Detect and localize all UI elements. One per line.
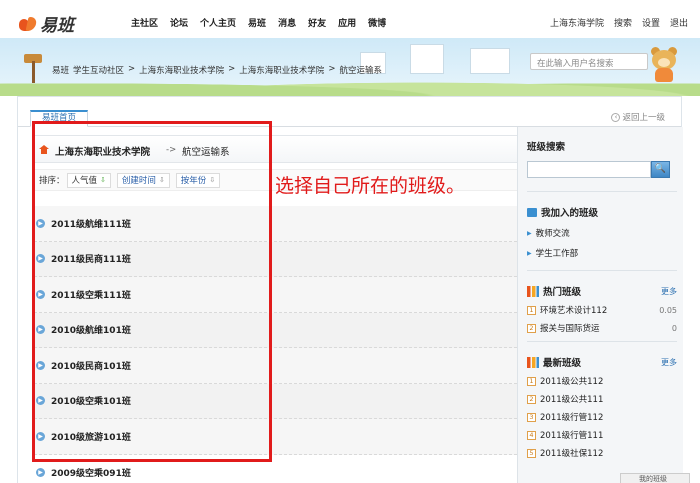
breadcrumb-department[interactable]: 航空运输系 [339,64,382,76]
newest-class-item[interactable]: 2 2011级公共111 [527,393,677,405]
hot-classes-title: 热门班级 更多 [527,284,677,298]
breadcrumb-separator: > [128,64,136,74]
newest-classes-section: 最新班级 更多 1 2011级公共112 2 2011级公共111 3 2011… [527,355,677,459]
breadcrumb-school[interactable]: 上海东海职业技术学院 [139,64,224,76]
top-bar: 易班 主社区 论坛 个人主页 易班 消息 好友 应用 微博 上海东海学院 搜索 … [0,0,700,38]
my-class-floating-tab[interactable]: 我的班级 [620,473,690,483]
right-sidebar: 班级搜索 🔍 我加入的班级 ▶ 教师交流 ▶ 学生工作部 热门班级 更多 1 环… [517,127,683,483]
breadcrumb: 易班 学生互动社区 > 上海东海职业技术学院 > 上海东海职业技术学院 > 航空… [52,64,386,76]
logo-mark-icon [18,15,38,33]
signpost-icon [24,54,42,84]
divider [527,191,677,192]
joined-class-link[interactable]: ▶ 学生工作部 [527,247,677,259]
nav-item-weibo[interactable]: 微博 [368,16,386,29]
logo-text: 易班 [40,16,74,36]
nav-item-friends[interactable]: 好友 [308,16,326,29]
hot-classes-section: 热门班级 更多 1 环境艺术设计112 0.05 2 报关与国际货运 0 [527,284,677,334]
breadcrumb-separator: > [328,64,336,74]
back-label: 返回上一级 [622,113,665,123]
breadcrumb-community[interactable]: 学生互动社区 [73,64,124,76]
bullet-triangle-icon: ▶ [527,229,532,237]
class-search-button[interactable]: 🔍 [651,161,670,178]
class-name[interactable]: 2009级空乘091班 [51,466,131,479]
joined-class-name[interactable]: 教师交流 [536,227,570,239]
joined-classes-section: 我加入的班级 ▶ 教师交流 ▶ 学生工作部 [527,205,677,259]
newest-class-item[interactable]: 4 2011级行管111 [527,429,677,441]
yiban-logo[interactable]: 易班 [18,11,74,36]
nav-item-forum[interactable]: 论坛 [170,16,188,29]
newest-classes-title: 最新班级 更多 [527,355,677,369]
header-banner: 易班 学生互动社区 > 上海东海职业技术学院 > 上海东海职业技术学院 > 航空… [0,38,700,96]
newest-title-text: 最新班级 [543,358,582,369]
logout-link[interactable]: 退出 [670,16,688,29]
top-right-links: 上海东海学院 搜索 设置 退出 [540,16,688,29]
arrow-bullet-icon: ▶ [36,467,45,477]
bar-chart-icon [527,356,539,368]
hot-class-value: 0.05 [659,305,677,315]
joined-title-text: 我加入的班级 [541,208,599,219]
newest-class-item[interactable]: 5 2011级社保112 [527,447,677,459]
class-search-title: 班级搜索 [527,142,566,153]
newest-class-name[interactable]: 2011级行管111 [540,429,603,441]
nav-item-home-page[interactable]: 个人主页 [200,16,236,29]
breadcrumb-separator: > [228,64,236,74]
newest-class-name[interactable]: 2011级公共111 [540,393,603,405]
annotation-text: 选择自己所在的班级。 [275,175,466,197]
class-search-section: 班级搜索 🔍 [527,139,677,178]
rank-badge: 5 [527,448,536,458]
nav-item-main-community[interactable]: 主社区 [131,16,158,29]
settings-link[interactable]: 设置 [642,16,660,29]
nav-item-apps[interactable]: 应用 [338,16,356,29]
decor-house [410,44,444,74]
hot-class-value: 0 [671,323,677,333]
rank-badge: 2 [527,394,536,404]
hot-class-name[interactable]: 环境艺术设计112 [540,304,607,316]
back-link[interactable]: ‹ 返回上一级 [611,111,665,123]
breadcrumb-school-2[interactable]: 上海东海职业技术学院 [239,64,324,76]
rank-badge: 2 [527,323,536,333]
rank-badge: 4 [527,430,536,440]
back-arrow-icon: ‹ [611,112,621,122]
hot-title-text: 热门班级 [543,287,582,298]
class-search-input[interactable] [527,161,651,178]
decor-hills [0,74,700,96]
newest-class-name[interactable]: 2011级公共112 [540,375,603,387]
bear-mascot-icon [649,44,679,82]
nav-item-messages[interactable]: 消息 [278,16,296,29]
hot-class-item[interactable]: 2 报关与国际货运 0 [527,322,677,334]
bar-chart-icon [527,285,539,297]
joined-class-link[interactable]: ▶ 教师交流 [527,227,677,239]
joined-class-name[interactable]: 学生工作部 [536,247,579,259]
newest-class-item[interactable]: 3 2011级行管112 [527,411,677,423]
hot-class-item[interactable]: 1 环境艺术设计112 0.05 [527,304,677,316]
search-icon: 🔍 [654,164,667,174]
rank-badge: 1 [527,305,536,315]
divider [527,341,677,342]
rank-badge: 3 [527,412,536,422]
newest-class-name[interactable]: 2011级行管112 [540,411,603,423]
school-link[interactable]: 上海东海学院 [550,16,604,29]
hot-class-name[interactable]: 报关与国际货运 [540,322,600,334]
joined-classes-title: 我加入的班级 [527,205,677,219]
breadcrumb-yiban[interactable]: 易班 [52,64,69,76]
annotation-highlight-box [32,121,272,462]
rank-badge: 1 [527,376,536,386]
divider [527,270,677,271]
search-link[interactable]: 搜索 [614,16,632,29]
list-icon [527,207,537,217]
user-search-input[interactable]: 在此输入用户名搜索 [530,53,648,70]
newest-more-link[interactable]: 更多 [661,357,677,368]
bullet-triangle-icon: ▶ [527,249,532,257]
nav-item-yiban[interactable]: 易班 [248,16,266,29]
decor-house [470,48,510,74]
newest-class-item[interactable]: 1 2011级公共112 [527,375,677,387]
newest-class-name[interactable]: 2011级社保112 [540,447,603,459]
hot-more-link[interactable]: 更多 [661,286,677,297]
main-nav: 主社区 论坛 个人主页 易班 消息 好友 应用 微博 [131,16,398,29]
